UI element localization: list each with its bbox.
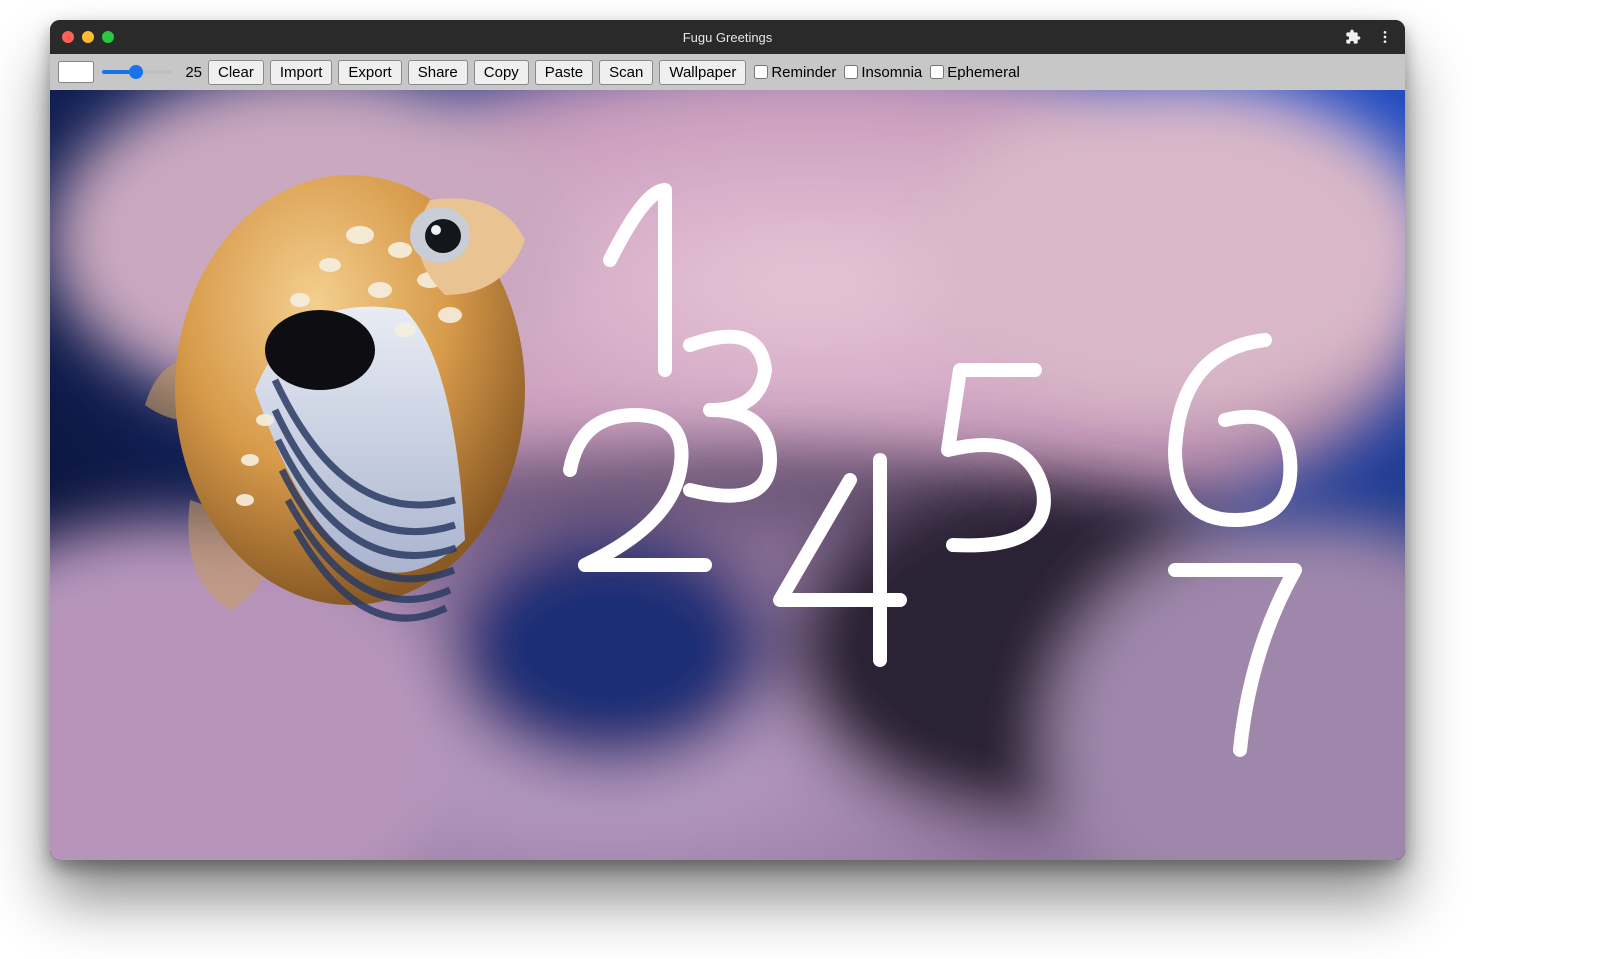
reminder-checkbox-input[interactable] (754, 65, 768, 79)
insomnia-checkbox[interactable]: Insomnia (844, 64, 922, 81)
import-button[interactable]: Import (270, 60, 333, 85)
scan-button[interactable]: Scan (599, 60, 653, 85)
export-button[interactable]: Export (338, 60, 401, 85)
more-menu-icon[interactable] (1377, 29, 1393, 45)
copy-button[interactable]: Copy (474, 60, 529, 85)
color-picker[interactable] (58, 61, 94, 83)
clear-button[interactable]: Clear (208, 60, 264, 85)
insomnia-label: Insomnia (861, 64, 922, 81)
ephemeral-checkbox[interactable]: Ephemeral (930, 64, 1020, 81)
brush-size-slider[interactable] (102, 70, 172, 74)
canvas-image (50, 90, 1405, 860)
titlebar: Fugu Greetings (50, 20, 1405, 54)
extensions-icon[interactable] (1345, 29, 1361, 45)
close-window-button[interactable] (62, 31, 74, 43)
window-controls (62, 31, 114, 43)
brush-size-value: 25 (180, 64, 202, 81)
reminder-label: Reminder (771, 64, 836, 81)
insomnia-checkbox-input[interactable] (844, 65, 858, 79)
app-window: Fugu Greetings 25 Clear Import Export Sh… (50, 20, 1405, 860)
paste-button[interactable]: Paste (535, 60, 593, 85)
reminder-checkbox[interactable]: Reminder (754, 64, 836, 81)
ephemeral-label: Ephemeral (947, 64, 1020, 81)
drawing-canvas[interactable] (50, 90, 1405, 860)
ephemeral-checkbox-input[interactable] (930, 65, 944, 79)
wallpaper-button[interactable]: Wallpaper (659, 60, 746, 85)
minimize-window-button[interactable] (82, 31, 94, 43)
share-button[interactable]: Share (408, 60, 468, 85)
maximize-window-button[interactable] (102, 31, 114, 43)
window-title: Fugu Greetings (50, 30, 1405, 45)
toolbar: 25 Clear Import Export Share Copy Paste … (50, 54, 1405, 90)
